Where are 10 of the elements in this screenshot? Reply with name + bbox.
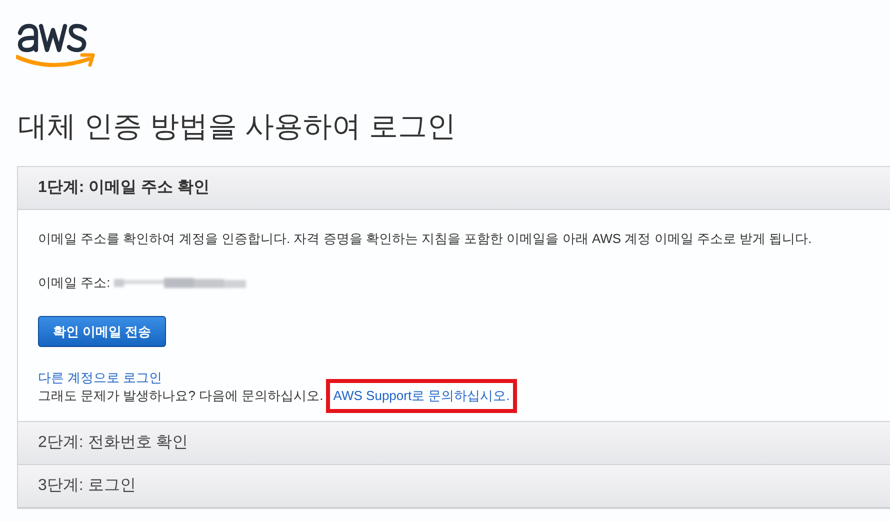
step-header[interactable]: 1단계: 이메일 주소 확인 <box>18 167 890 210</box>
description-text: 이메일 주소를 확인하여 계정을 인증합니다. 자격 증명을 확인하는 지침을 포함한 이메일을 아래 AWS 계정 이메일 주소로 받게 됩니다. <box>38 230 813 248</box>
send-email-button[interactable]: 확인 이메일 전송 <box>38 316 166 347</box>
email-label: 이메일 주소: <box>38 274 110 292</box>
support-link[interactable]: AWS Support로 문의하십시오. <box>333 388 510 403</box>
step-header[interactable]: 3단계: 로그인 <box>18 465 890 508</box>
help-text: 그래도 문제가 발생하나요? 다음에 문의하십시오. <box>38 387 324 405</box>
step-header[interactable]: 2단계: 전화번호 확인 <box>18 422 890 465</box>
page-title: 대체 인증 방법을 사용하여 로그인 <box>18 110 458 145</box>
other-account-link[interactable]: 다른 계정으로 로그인 <box>38 369 890 387</box>
